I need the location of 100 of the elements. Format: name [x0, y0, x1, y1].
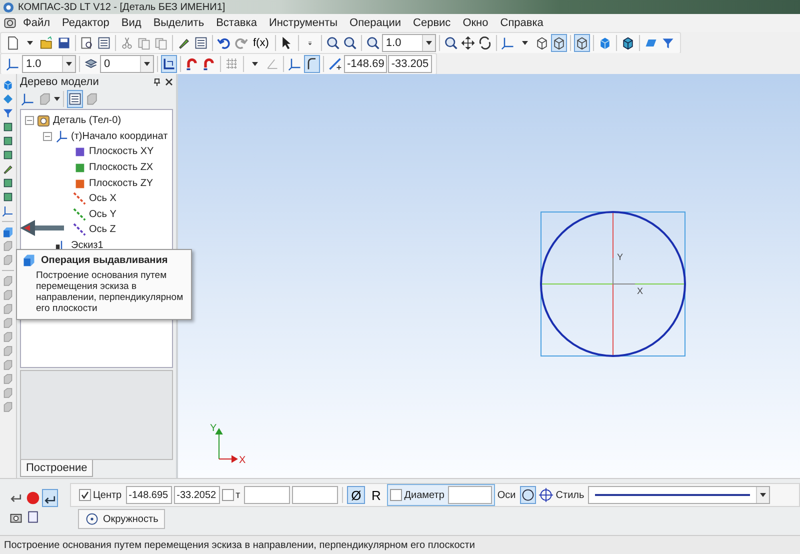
input-field[interactable] — [244, 486, 290, 504]
tooltip-text: Построение основания путем перемещения эскиза в направлении, перпендикулярном его плоскости — [36, 270, 184, 314]
overflow-icon — [306, 40, 313, 44]
list-icon — [38, 92, 52, 106]
checkbox[interactable] — [79, 489, 91, 501]
coordinate-field[interactable]: -33.2052 — [174, 486, 220, 504]
axis-label: Y — [617, 252, 624, 262]
toolbar-button[interactable] — [42, 488, 58, 506]
menu-item[interactable]: Окно — [456, 17, 494, 29]
undo-icon — [217, 36, 231, 50]
extrude-icon — [22, 253, 36, 267]
tree-item[interactable]: (т)Начало координат — [71, 130, 168, 142]
cube-icon — [534, 36, 549, 50]
copy-icon — [137, 36, 151, 50]
menu-item[interactable]: Файл — [17, 17, 56, 29]
layer-icon — [84, 56, 98, 70]
field-label: Стиль — [556, 490, 584, 500]
property-tab[interactable]: Окружность — [78, 509, 166, 529]
document-menu-icon[interactable] — [3, 16, 17, 30]
save-icon — [57, 36, 71, 50]
checkbox[interactable] — [390, 489, 402, 501]
toolbar-button[interactable] — [460, 34, 476, 52]
circle-icon — [520, 488, 535, 502]
collapse-box[interactable] — [25, 116, 34, 126]
coordinate-field[interactable]: -148.69 — [344, 54, 388, 72]
menu-item[interactable]: Инструменты — [262, 17, 344, 29]
magnifier-icon — [342, 36, 357, 50]
toolbar-button[interactable] — [550, 34, 567, 52]
coordinate-field[interactable]: -33.205 — [388, 54, 432, 72]
brush-icon — [2, 163, 14, 175]
app-icon — [3, 2, 14, 12]
tree-item[interactable]: Ось X — [89, 193, 116, 204]
status-bar: Построение основания путем перемещения эскиза в направлении, перпендикулярном его плоскости — [0, 535, 800, 554]
axes-mode-button[interactable] — [520, 486, 536, 504]
line-style-combo[interactable] — [588, 486, 770, 504]
axes-icon — [55, 130, 68, 143]
combo-box[interactable]: 1.0 — [382, 34, 436, 52]
window-icon — [68, 92, 82, 106]
rotate-icon — [478, 36, 492, 50]
menu-item[interactable]: Справка — [494, 17, 550, 29]
menu-item[interactable]: Вставка — [210, 17, 263, 29]
tree-item[interactable]: Деталь (Тел-0) — [53, 115, 122, 126]
window-title: КОМПАС-3D LT V12 - [Деталь БЕЗ ИМЕНИ1] — [18, 2, 226, 12]
toolbar-button[interactable] — [161, 54, 177, 72]
help-icon — [26, 510, 40, 524]
axes-icon — [21, 92, 35, 106]
menu-item[interactable]: Выделить — [147, 17, 210, 29]
axes-mode-button[interactable] — [538, 486, 554, 504]
diameter-field[interactable] — [448, 486, 492, 504]
tree-item[interactable]: Плоскость XY — [89, 146, 154, 158]
toolbar-button[interactable] — [574, 34, 590, 52]
x-axis-arrow — [218, 456, 238, 462]
tree-item[interactable]: Плоскость ZX — [89, 162, 154, 174]
toolbar-button[interactable] — [476, 34, 493, 52]
axes-icon — [2, 205, 14, 217]
toolbar-button[interactable] — [304, 54, 320, 72]
caret-icon — [27, 40, 33, 44]
angle-icon — [265, 56, 279, 70]
new-document-icon — [6, 36, 20, 50]
magnet-icon — [185, 56, 199, 70]
close-icon[interactable] — [165, 78, 173, 86]
axis-label: Y — [210, 423, 217, 434]
panel-tab[interactable]: Построение — [20, 460, 94, 477]
tree-item[interactable]: Ось Y — [89, 208, 116, 220]
list-icon — [194, 36, 208, 50]
tool-button[interactable] — [0, 204, 16, 218]
toolbar-button[interactable] — [5, 34, 21, 52]
collapse-box[interactable] — [43, 132, 52, 141]
paste-icon — [154, 36, 168, 50]
open-folder-icon — [40, 36, 54, 50]
menu-item[interactable]: Редактор — [56, 17, 116, 29]
menu-item[interactable]: Сервис — [407, 17, 457, 29]
tree-item[interactable]: Ось Z — [89, 224, 116, 236]
menu-item[interactable]: Операции — [344, 17, 408, 29]
combo-box[interactable]: 0 — [100, 54, 154, 72]
caret-icon — [252, 62, 258, 66]
combo-box[interactable]: 1.0 — [22, 54, 76, 72]
mode-button[interactable]: R — [367, 486, 386, 504]
field-label: Оси — [497, 490, 516, 500]
toolbar-button[interactable] — [67, 90, 83, 108]
tool-button[interactable] — [0, 225, 16, 239]
tree-item[interactable]: Эскиз1 — [71, 240, 104, 252]
caret-icon — [54, 97, 60, 101]
magnet-icon — [202, 56, 216, 70]
pointer-arrow — [20, 220, 64, 236]
field-label: Диаметр — [404, 490, 444, 500]
coordinate-field[interactable]: -148.695 — [126, 486, 172, 504]
grid-axes-icon — [6, 56, 20, 70]
magnifier-icon — [366, 36, 380, 50]
field-label: т — [236, 490, 240, 500]
checkbox[interactable] — [222, 489, 234, 501]
function-button[interactable]: f(x) — [250, 34, 272, 52]
solid-cube-icon — [2, 79, 14, 91]
mode-button[interactable]: Ø — [347, 486, 366, 504]
filter-icon — [2, 107, 14, 119]
y-axis-arrow — [216, 428, 222, 460]
redo-icon — [234, 36, 248, 50]
menu-item[interactable]: Вид — [115, 17, 148, 29]
input-field[interactable] — [292, 486, 338, 504]
tree-item[interactable]: Плоскость ZY — [89, 178, 154, 189]
